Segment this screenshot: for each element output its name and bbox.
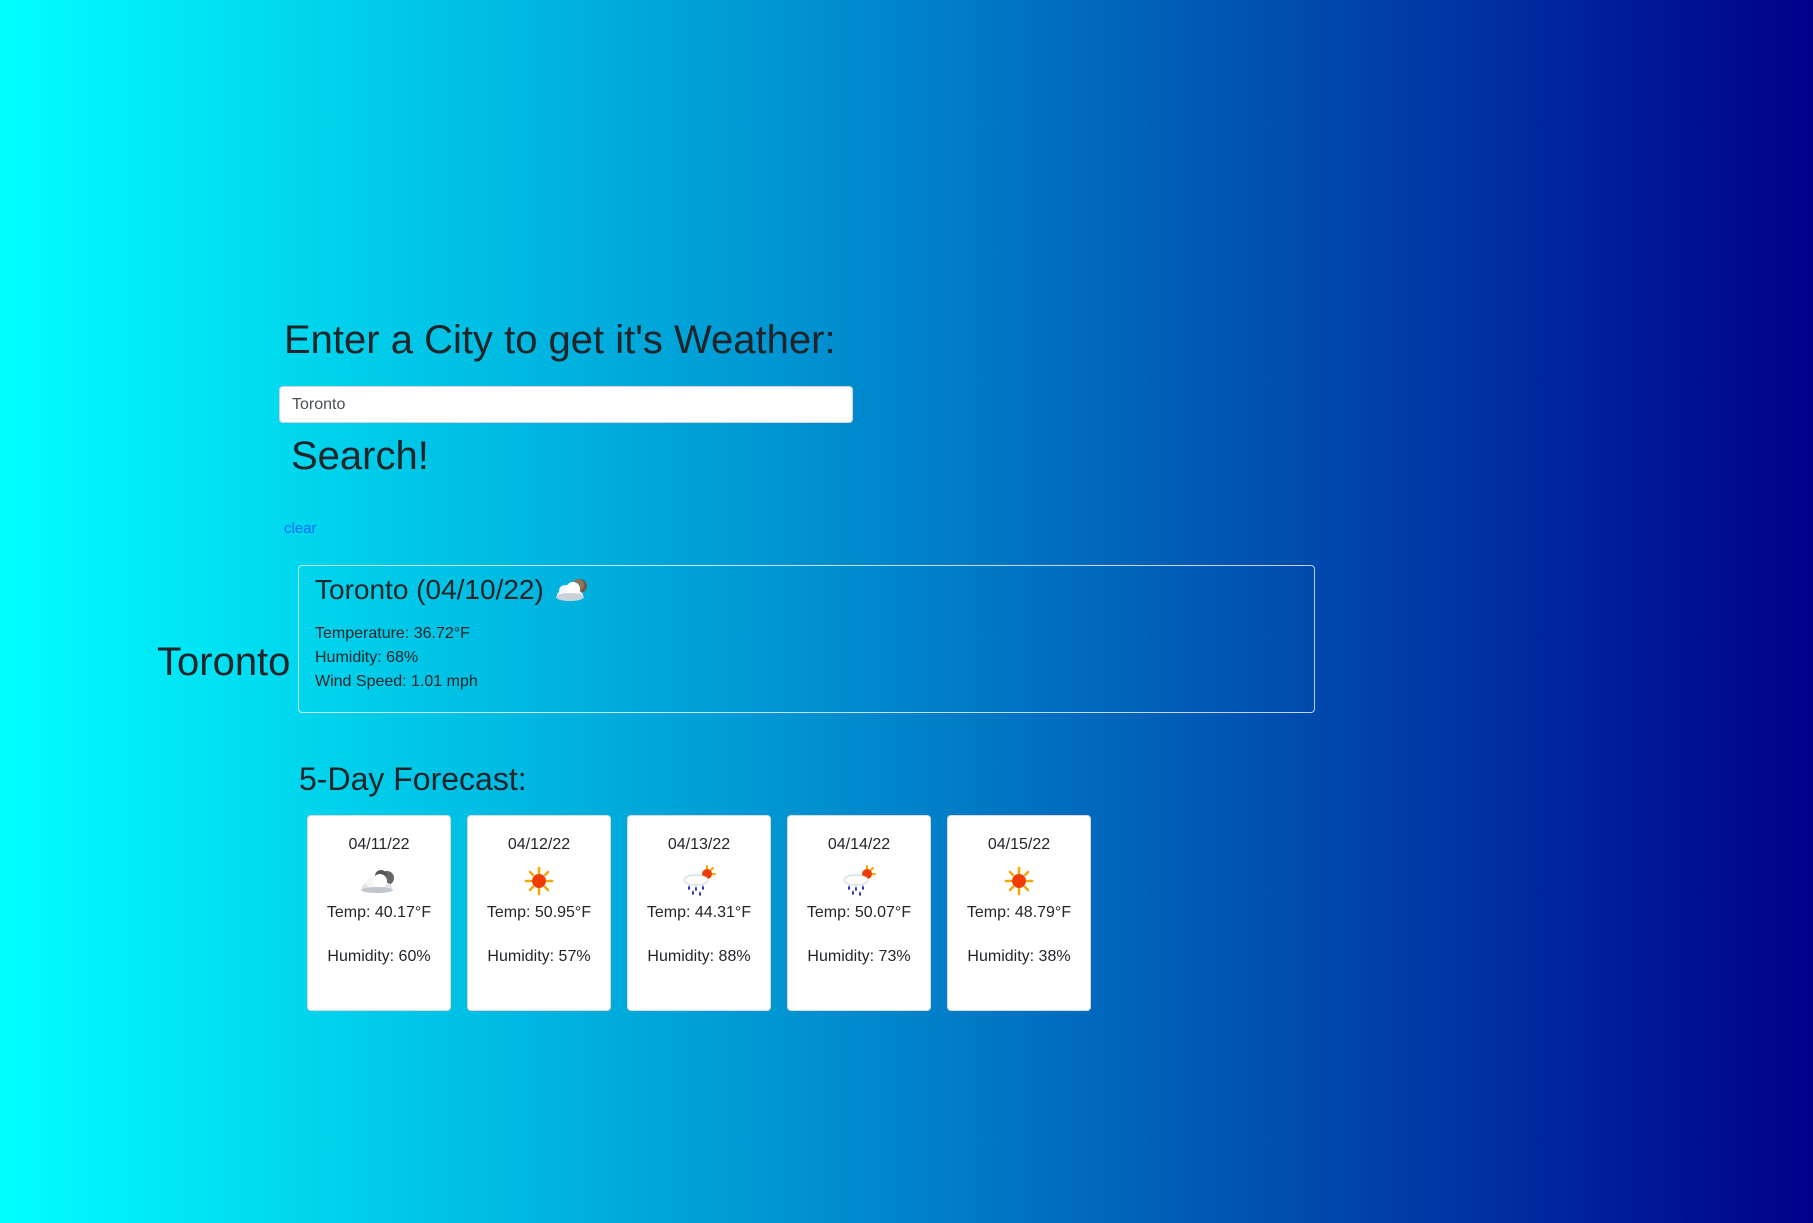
forecast-date: 04/12/22 (507, 836, 571, 853)
forecast-date: 04/14/22 (827, 836, 891, 853)
rain-sun-icon (628, 864, 770, 898)
sun-icon (948, 864, 1090, 898)
rain-sun-icon (788, 864, 930, 898)
forecast-card: 04/13/22 Temp: 44.31°F Humidity: 88% (627, 815, 771, 1011)
search-button[interactable]: Search! (279, 428, 441, 484)
cloudy-night-icon (552, 575, 592, 605)
forecast-humidity: Humidity: 57% (487, 948, 591, 965)
forecast-card: 04/14/22 Temp: 50.07°F Humidity: 73% (787, 815, 931, 1011)
forecast-humidity: Humidity: 73% (807, 948, 911, 965)
forecast-humidity: Humidity: 38% (967, 948, 1071, 965)
forecast-temp: Temp: 48.79°F (966, 904, 1072, 921)
current-city-date: Toronto (04/10/22) (315, 574, 544, 605)
forecast-card: 04/15/22 Temp: 48.79°F Humidity: 38% (947, 815, 1091, 1011)
forecast-humidity: Humidity: 88% (647, 948, 751, 965)
current-humidity: Humidity: 68% (315, 649, 419, 666)
forecast-temp: Temp: 44.31°F (646, 904, 752, 921)
current-weather-title: Toronto (04/10/22) (315, 574, 1298, 606)
current-weather-card: Toronto (04/10/22) Temperature: 36.72°F … (298, 565, 1315, 713)
city-search-input[interactable] (279, 386, 853, 423)
forecast-date: 04/13/22 (667, 836, 731, 853)
forecast-temp: Temp: 40.17°F (326, 904, 432, 921)
clear-history-link[interactable]: clear (284, 520, 317, 537)
forecast-temp: Temp: 50.95°F (486, 904, 592, 921)
page-heading: Enter a City to get it's Weather: (284, 318, 836, 362)
current-temperature: Temperature: 36.72°F (315, 625, 470, 642)
history-city-button[interactable]: Toronto (157, 640, 290, 685)
cloudy-icon (308, 864, 450, 898)
current-wind-speed: Wind Speed: 1.01 mph (315, 673, 478, 690)
forecast-humidity: Humidity: 60% (327, 948, 431, 965)
sun-icon (468, 864, 610, 898)
forecast-heading: 5-Day Forecast: (299, 761, 527, 797)
forecast-temp: Temp: 50.07°F (806, 904, 912, 921)
forecast-card: 04/12/22 Temp: 50.95°F Humidity: 57% (467, 815, 611, 1011)
forecast-date: 04/11/22 (348, 836, 410, 853)
forecast-card: 04/11/22 Temp: 40.17°F Humidity: 60% (307, 815, 451, 1011)
forecast-date: 04/15/22 (987, 836, 1051, 853)
